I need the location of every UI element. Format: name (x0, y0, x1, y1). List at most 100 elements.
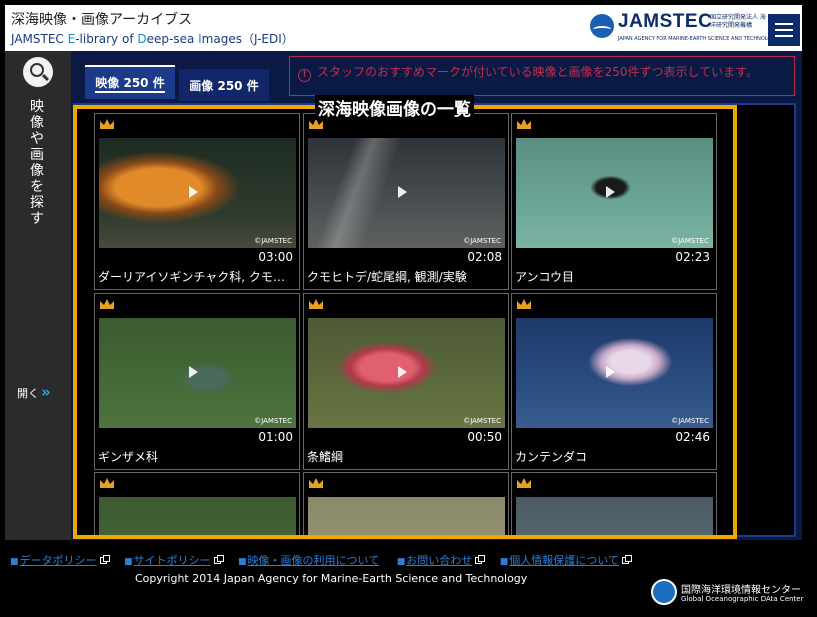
crown-icon (100, 478, 114, 488)
video-caption[interactable]: カンテンダコ (515, 448, 713, 465)
video-card[interactable] (94, 472, 300, 538)
footer-link-label: データポリシー (19, 554, 97, 567)
search-icon-handle (41, 73, 50, 82)
external-link-icon (99, 555, 110, 564)
site-title[interactable]: 深海映像・画像アーカイブス (11, 9, 192, 29)
video-card[interactable] (303, 472, 509, 538)
play-icon (189, 366, 198, 378)
subtitle-part: mages（J-EDI） (201, 32, 294, 46)
footer-link-usage[interactable]: 映像・画像の利用について (238, 554, 380, 567)
video-thumbnail[interactable]: ©JAMSTEC (516, 318, 713, 428)
footer-link-contact[interactable]: お問い合わせ (397, 554, 486, 567)
video-thumbnail[interactable] (516, 497, 713, 537)
crown-icon (309, 478, 323, 488)
notice-text: スタッフのおすすめマークが付いている映像と画像を250件ずつ表示しています。 (317, 65, 758, 79)
crown-icon (517, 299, 531, 309)
search-sidebar: 映像や画像を探す 開く» (5, 51, 71, 540)
video-thumbnail[interactable]: ©JAMSTEC (308, 138, 505, 248)
footer-link-privacy[interactable]: 個人情報保護について (500, 554, 632, 567)
tab-videos-label: 映像 250 件 (95, 74, 165, 93)
hamburger-icon (775, 35, 793, 37)
watermark: ©JAMSTEC (254, 237, 292, 245)
highlight-label: 深海映像画像の一覧 (315, 95, 474, 120)
jamstec-logo[interactable]: JAMSTEC 国立研究開発法人 海洋研究開発機構 JAPAN AGENCY F… (588, 10, 778, 46)
hamburger-icon (775, 29, 793, 31)
video-caption[interactable]: ダーリアイソギンチャク科, クモヒトデ綱 (98, 268, 296, 285)
tab-videos[interactable]: 映像 250 件 (85, 65, 175, 99)
footer-link-site-policy[interactable]: サイトポリシー (124, 554, 224, 567)
search-button[interactable] (23, 57, 53, 87)
logo-japanese: 国立研究開発法人 海洋研究開発機構 (710, 14, 766, 29)
godac-name-english: Global Oceanographic DAta Center (681, 595, 804, 603)
video-thumbnail[interactable]: ©JAMSTEC (99, 138, 296, 248)
play-icon (606, 186, 615, 198)
exclamation-icon: ! (298, 69, 311, 82)
tab-images[interactable]: 画像 250 件 (179, 69, 269, 101)
footer-link-label: 映像・画像の利用について (247, 554, 380, 567)
search-sidebar-label[interactable]: 映像や画像を探す (28, 99, 46, 227)
open-sidebar-button[interactable]: 開く» (17, 383, 51, 401)
watermark: ©JAMSTEC (463, 237, 501, 245)
video-caption[interactable]: 条鰭綱 (307, 448, 505, 465)
video-duration: 02:08 (467, 250, 502, 264)
external-link-icon (475, 555, 486, 564)
godac-logo-icon (651, 579, 677, 605)
footer-link-data-policy[interactable]: データポリシー (10, 554, 110, 567)
open-label: 開く (17, 387, 39, 400)
video-duration: 02:46 (675, 430, 710, 444)
subtitle-part: -library of (75, 32, 138, 46)
logo-english: JAPAN AGENCY FOR MARINE-EARTH SCIENCE AN… (618, 36, 779, 42)
watermark: ©JAMSTEC (671, 237, 709, 245)
hamburger-icon (775, 23, 793, 25)
video-caption[interactable]: ギンザメ科 (98, 448, 296, 465)
footer-link-label: お問い合わせ (406, 554, 473, 567)
video-card[interactable]: ©JAMSTEC 02:46 カンテンダコ (511, 293, 717, 470)
external-link-icon (213, 555, 224, 564)
video-caption[interactable]: アンコウ目 (515, 268, 713, 285)
video-thumbnail[interactable]: ©JAMSTEC (308, 318, 505, 428)
godac-name-japanese: 国際海洋環境情報センター (681, 585, 801, 596)
watermark: ©JAMSTEC (671, 417, 709, 425)
subtitle-part: eep-sea (146, 32, 199, 46)
footer-link-label: サイトポリシー (133, 554, 211, 567)
crown-icon (517, 478, 531, 488)
video-thumbnail[interactable] (308, 497, 505, 537)
watermark: ©JAMSTEC (463, 417, 501, 425)
video-duration: 03:00 (258, 250, 293, 264)
external-link-icon (621, 555, 632, 564)
play-icon (189, 186, 198, 198)
video-duration: 02:23 (675, 250, 710, 264)
copyright-text: Copyright 2014 Japan Agency for Marine-E… (135, 572, 528, 585)
double-chevron-right-icon: » (41, 383, 51, 401)
page: 深海映像・画像アーカイブス JAMSTEC E-library of Deep-… (0, 0, 817, 617)
subtitle-part: JAMSTEC (11, 32, 68, 46)
video-duration: 00:50 (467, 430, 502, 444)
video-thumbnail[interactable]: ©JAMSTEC (516, 138, 713, 248)
video-thumbnail[interactable]: ©JAMSTEC (99, 318, 296, 428)
video-card[interactable] (511, 472, 717, 538)
crown-icon (309, 299, 323, 309)
notice-banner: ! スタッフのおすすめマークが付いている映像と画像を250件ずつ表示しています。 (289, 56, 795, 96)
video-card[interactable]: ©JAMSTEC 01:00 ギンザメ科 (94, 293, 300, 470)
tab-images-label: 画像 250 件 (189, 78, 259, 93)
video-card[interactable]: ©JAMSTEC 00:50 条鰭綱 (303, 293, 509, 470)
play-icon (606, 366, 615, 378)
video-thumbnail[interactable] (99, 497, 296, 537)
crown-icon (100, 119, 114, 129)
godac-logo[interactable]: 国際海洋環境情報センター Global Oceanographic DAta C… (651, 579, 811, 609)
site-subtitle[interactable]: JAMSTEC E-library of Deep-sea Images（J-E… (11, 30, 294, 47)
jamstec-logo-icon (590, 14, 614, 38)
logo-text: JAMSTEC (618, 11, 713, 32)
crown-icon (100, 299, 114, 309)
watermark: ©JAMSTEC (254, 417, 292, 425)
video-card[interactable]: ©JAMSTEC 03:00 ダーリアイソギンチャク科, クモヒトデ綱 (94, 113, 300, 290)
subtitle-part: D (137, 32, 147, 46)
site-header: 深海映像・画像アーカイブス JAMSTEC E-library of Deep-… (5, 5, 802, 51)
menu-button[interactable] (768, 14, 800, 46)
video-card[interactable]: ©JAMSTEC 02:08 クモヒトデ/蛇尾綱, 観測/実験 (303, 113, 509, 290)
video-card[interactable]: ©JAMSTEC 02:23 アンコウ目 (511, 113, 717, 290)
video-duration: 01:00 (258, 430, 293, 444)
video-caption[interactable]: クモヒトデ/蛇尾綱, 観測/実験 (307, 268, 505, 285)
play-icon (398, 366, 407, 378)
crown-icon (517, 119, 531, 129)
